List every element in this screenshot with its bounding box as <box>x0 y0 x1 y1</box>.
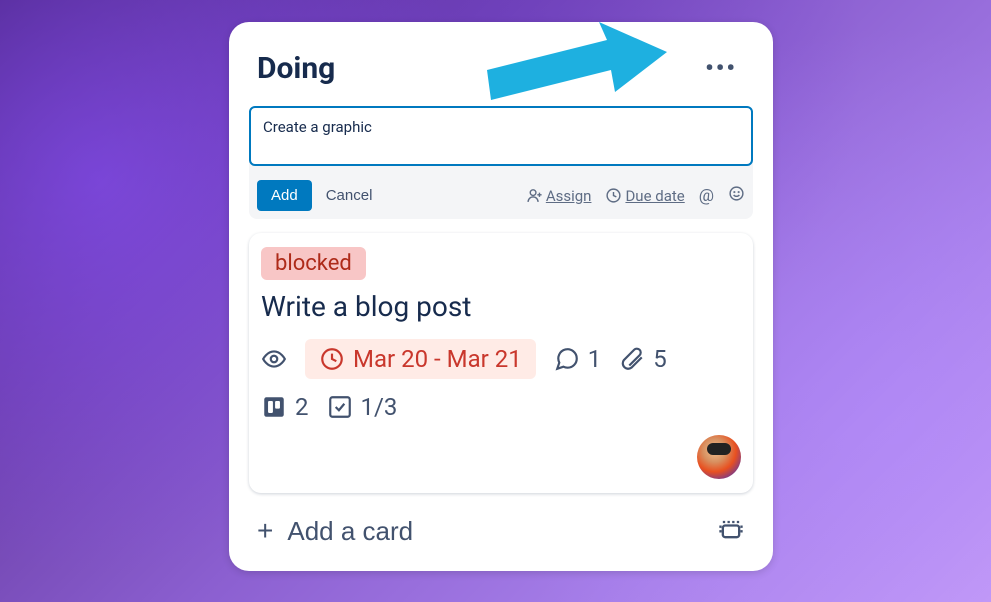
add-card-label: Add a card <box>287 516 413 547</box>
speech-bubble-icon <box>554 346 580 372</box>
due-date-label: Due date <box>625 187 684 205</box>
comments-badge[interactable]: 1 <box>554 345 602 373</box>
card-composer: Add Cancel Assign Due date @ <box>249 106 753 219</box>
eye-icon <box>261 346 287 372</box>
assign-label: Assign <box>546 187 592 205</box>
person-icon <box>526 187 543 204</box>
watch-badge[interactable] <box>261 346 287 372</box>
checklist-text: 1/3 <box>361 393 398 421</box>
card-meta-row-2: 2 1/3 <box>261 393 741 421</box>
paperclip-icon <box>619 346 645 372</box>
add-button[interactable]: Add <box>257 180 312 211</box>
trello-attachments-count: 2 <box>295 393 309 421</box>
comments-count: 1 <box>588 345 602 373</box>
member-avatar[interactable] <box>697 435 741 479</box>
card[interactable]: blocked Write a blog post Mar 20 - Mar 2… <box>249 233 753 493</box>
clock-icon <box>605 187 622 204</box>
card-footer <box>261 435 741 479</box>
list-title[interactable]: Doing <box>257 51 335 86</box>
trello-attachments-badge[interactable]: 2 <box>261 393 309 421</box>
add-card-button[interactable]: + Add a card <box>257 516 413 547</box>
trello-icon <box>261 394 287 420</box>
card-title-input[interactable] <box>249 106 753 166</box>
due-date-button[interactable]: Due date <box>605 187 684 205</box>
smile-icon <box>728 185 745 202</box>
list-footer: + Add a card <box>249 493 753 547</box>
card-template-button[interactable] <box>717 515 745 547</box>
mention-button[interactable]: @ <box>699 186 714 206</box>
checklist-icon <box>327 394 353 420</box>
card-meta-row-1: Mar 20 - Mar 21 1 5 <box>261 339 741 379</box>
attachments-badge[interactable]: 5 <box>619 345 667 373</box>
emoji-button[interactable] <box>728 185 745 207</box>
due-date-badge[interactable]: Mar 20 - Mar 21 <box>305 339 536 379</box>
composer-toolbar: Add Cancel Assign Due date @ <box>249 170 753 211</box>
template-icon <box>717 515 745 543</box>
list-header: Doing ••• <box>249 42 753 106</box>
card-title: Write a blog post <box>261 290 741 323</box>
list-menu-button[interactable]: ••• <box>697 50 745 86</box>
assign-button[interactable]: Assign <box>526 187 592 205</box>
due-date-text: Mar 20 - Mar 21 <box>353 345 522 373</box>
card-label-blocked[interactable]: blocked <box>261 247 366 280</box>
clock-icon <box>319 346 345 372</box>
attachments-count: 5 <box>653 345 667 373</box>
cancel-button[interactable]: Cancel <box>326 187 373 204</box>
plus-icon: + <box>257 517 273 545</box>
checklist-badge[interactable]: 1/3 <box>327 393 398 421</box>
list-panel: Doing ••• Add Cancel Assign Due date @ b… <box>229 22 773 571</box>
